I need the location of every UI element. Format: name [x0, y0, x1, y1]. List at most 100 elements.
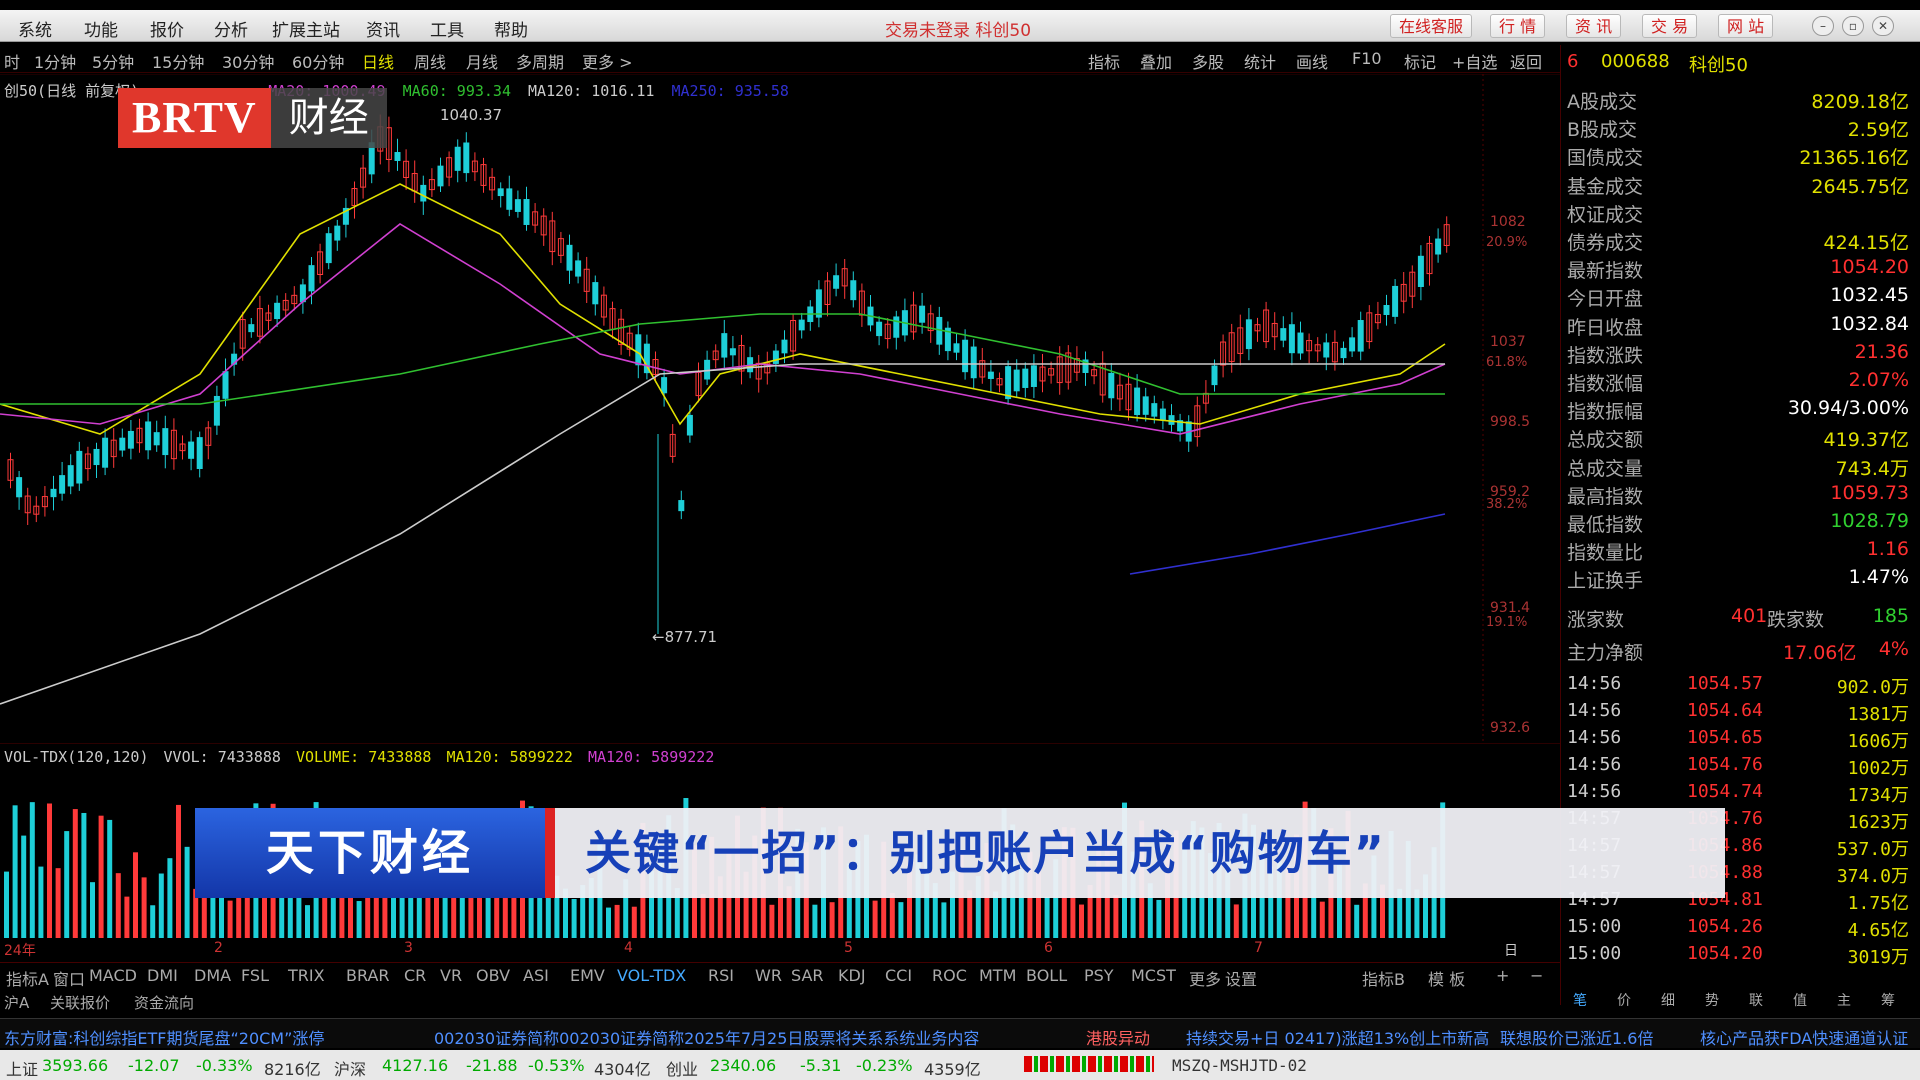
indicator-tab[interactable]: 窗口	[53, 966, 85, 990]
period-tab-more[interactable]: 更多 >	[582, 49, 633, 73]
indicator-tab[interactable]: RSI	[708, 966, 734, 985]
indicator-tab-right[interactable]: +	[1496, 966, 1509, 985]
menu-item-analysis[interactable]: 分析	[214, 16, 248, 41]
tick-price: 1054.26	[1687, 916, 1763, 937]
restore-icon[interactable]: ▫	[1842, 16, 1864, 36]
indicator-tab[interactable]: EMV	[570, 966, 605, 985]
indicator-tab[interactable]: ASI	[523, 966, 549, 985]
candlestick-chart[interactable]: 10821037998.5959.2931.4932.620.9%61.8%38…	[0, 74, 1560, 744]
market-button[interactable]: 行 情	[1490, 14, 1546, 38]
tool-mark[interactable]: 标记	[1404, 49, 1436, 73]
indicator-tab[interactable]: DMA	[194, 966, 231, 985]
candle-body	[1134, 387, 1141, 416]
indicator-tab[interactable]: TRIX	[288, 966, 325, 985]
panel-tab-chips[interactable]: 筹	[1881, 990, 1895, 1010]
indicator-tab[interactable]: VOL-TDX	[617, 966, 686, 985]
minimize-icon[interactable]: –	[1812, 16, 1834, 36]
period-tab-multi[interactable]: 多周期	[516, 49, 564, 73]
menu-item-function[interactable]: 功能	[84, 16, 118, 41]
panel-tab-detail[interactable]: 细	[1661, 990, 1675, 1010]
indicator-tab[interactable]: BRAR	[346, 966, 390, 985]
subtab-sh-a[interactable]: 沪A	[4, 992, 29, 1013]
menu-item-extension[interactable]: 扩展主站	[272, 16, 340, 41]
online-service-button[interactable]: 在线客服	[1390, 14, 1473, 38]
tick-volume: 3019万	[1847, 947, 1909, 968]
tool-draw-line[interactable]: 画线	[1296, 49, 1328, 73]
period-tab-15min[interactable]: 15分钟	[152, 49, 204, 73]
stat-row: 最低指数 1028.79	[1567, 510, 1909, 538]
news-item[interactable]: 联想股价已涨近1.6倍	[1500, 1025, 1653, 1048]
news-item[interactable]: 核心产品获FDA快速通道认证	[1700, 1025, 1908, 1048]
stat-row: 指数量比 1.16	[1567, 538, 1909, 566]
subtab-related-quote[interactable]: 关联报价	[50, 992, 110, 1013]
indicator-tab[interactable]: 指标A	[6, 966, 49, 990]
panel-tab-value[interactable]: 值	[1793, 990, 1807, 1010]
panel-tab-link[interactable]: 联	[1749, 990, 1763, 1010]
period-tab-time[interactable]: 时	[4, 49, 20, 73]
period-tab-30min[interactable]: 30分钟	[222, 49, 274, 73]
period-tab-monthly[interactable]: 月线	[466, 49, 498, 73]
period-tab-5min[interactable]: 5分钟	[92, 49, 134, 73]
news-item[interactable]: 东方财富:科创综指ETF期货尾盘“20CM”涨停	[4, 1025, 324, 1048]
stat-label: A股成交	[1567, 91, 1637, 113]
menu-item-news[interactable]: 资讯	[366, 16, 400, 41]
news-item[interactable]: 持续交易+日 02417)涨超13%创上市新高	[1186, 1025, 1489, 1048]
indicator-tab[interactable]: KDJ	[838, 966, 866, 985]
indicator-tab[interactable]: MCST	[1131, 966, 1176, 985]
period-tab-weekly[interactable]: 周线	[414, 49, 446, 73]
trade-button[interactable]: 交 易	[1642, 14, 1698, 38]
indicator-tab-right[interactable]: 指标B	[1362, 966, 1405, 990]
period-tab-daily[interactable]: 日线	[362, 49, 394, 73]
indicator-tab[interactable]: 更多	[1189, 966, 1221, 990]
news-item[interactable]: 002030证券简称002030证券简称2025年7月25日股票将关系系统业务内…	[434, 1025, 979, 1048]
candle-body	[1211, 365, 1218, 386]
tool-indicator[interactable]: 指标	[1088, 49, 1120, 73]
subtab-fund-flow[interactable]: 资金流向	[134, 992, 194, 1013]
candle-body	[1245, 319, 1252, 350]
sz-pct: -0.53%	[528, 1056, 585, 1075]
panel-tab-main[interactable]: 主	[1837, 990, 1851, 1010]
close-icon[interactable]: ✕	[1872, 16, 1894, 36]
candle-body	[67, 465, 74, 487]
menu-item-tools[interactable]: 工具	[430, 16, 464, 41]
indicator-tab[interactable]: SAR	[791, 966, 824, 985]
logo-brand: BRTV	[118, 88, 271, 148]
candle-body	[781, 339, 788, 354]
program-name: 天下财经	[195, 808, 545, 898]
indicator-tab[interactable]: PSY	[1084, 966, 1114, 985]
news-button[interactable]: 资 讯	[1566, 14, 1622, 38]
tool-multi-stock[interactable]: 多股	[1192, 49, 1224, 73]
menu-item-quote[interactable]: 报价	[150, 16, 184, 41]
indicator-tab[interactable]: ROC	[932, 966, 967, 985]
indicator-tab[interactable]: CCI	[885, 966, 912, 985]
indicator-tab[interactable]: 设置	[1225, 966, 1257, 990]
indicator-tab-right[interactable]: −	[1530, 966, 1543, 985]
website-button[interactable]: 网 站	[1718, 14, 1774, 38]
news-ticker[interactable]: 东方财富:科创综指ETF期货尾盘“20CM”涨停 002030证券简称00203…	[0, 1018, 1920, 1048]
tool-statistics[interactable]: 统计	[1244, 49, 1276, 73]
menu-item-help[interactable]: 帮助	[494, 16, 528, 41]
indicator-tab[interactable]: VR	[440, 966, 462, 985]
period-tab-1min[interactable]: 1分钟	[34, 49, 76, 73]
indicator-tab[interactable]: CR	[404, 966, 426, 985]
indicator-tab[interactable]: DMI	[147, 966, 178, 985]
tool-f10[interactable]: F10	[1352, 49, 1382, 68]
panel-tab-trend[interactable]: 势	[1705, 990, 1719, 1010]
indicator-tab[interactable]: BOLL	[1026, 966, 1067, 985]
menu-item-system[interactable]: 系统	[18, 16, 52, 41]
indicator-tab[interactable]: OBV	[476, 966, 510, 985]
indicator-tab-right[interactable]: 模 板	[1428, 966, 1465, 990]
indicator-tab[interactable]: FSL	[241, 966, 269, 985]
indicator-tab[interactable]: MTM	[979, 966, 1016, 985]
tool-overlay[interactable]: 叠加	[1140, 49, 1172, 73]
tool-add-favorite[interactable]: +自选	[1452, 49, 1497, 73]
news-item[interactable]: 港股异动	[1086, 1025, 1150, 1048]
period-tab-60min[interactable]: 60分钟	[292, 49, 344, 73]
indicator-tab[interactable]: WR	[755, 966, 782, 985]
candle-body	[798, 319, 805, 331]
panel-tab-price[interactable]: 价	[1617, 990, 1631, 1010]
panel-tab-trade[interactable]: 笔	[1573, 990, 1587, 1010]
indicator-tab[interactable]: MACD	[89, 966, 137, 985]
tool-back[interactable]: 返回	[1510, 49, 1542, 73]
tick-time: 15:00	[1567, 943, 1622, 964]
